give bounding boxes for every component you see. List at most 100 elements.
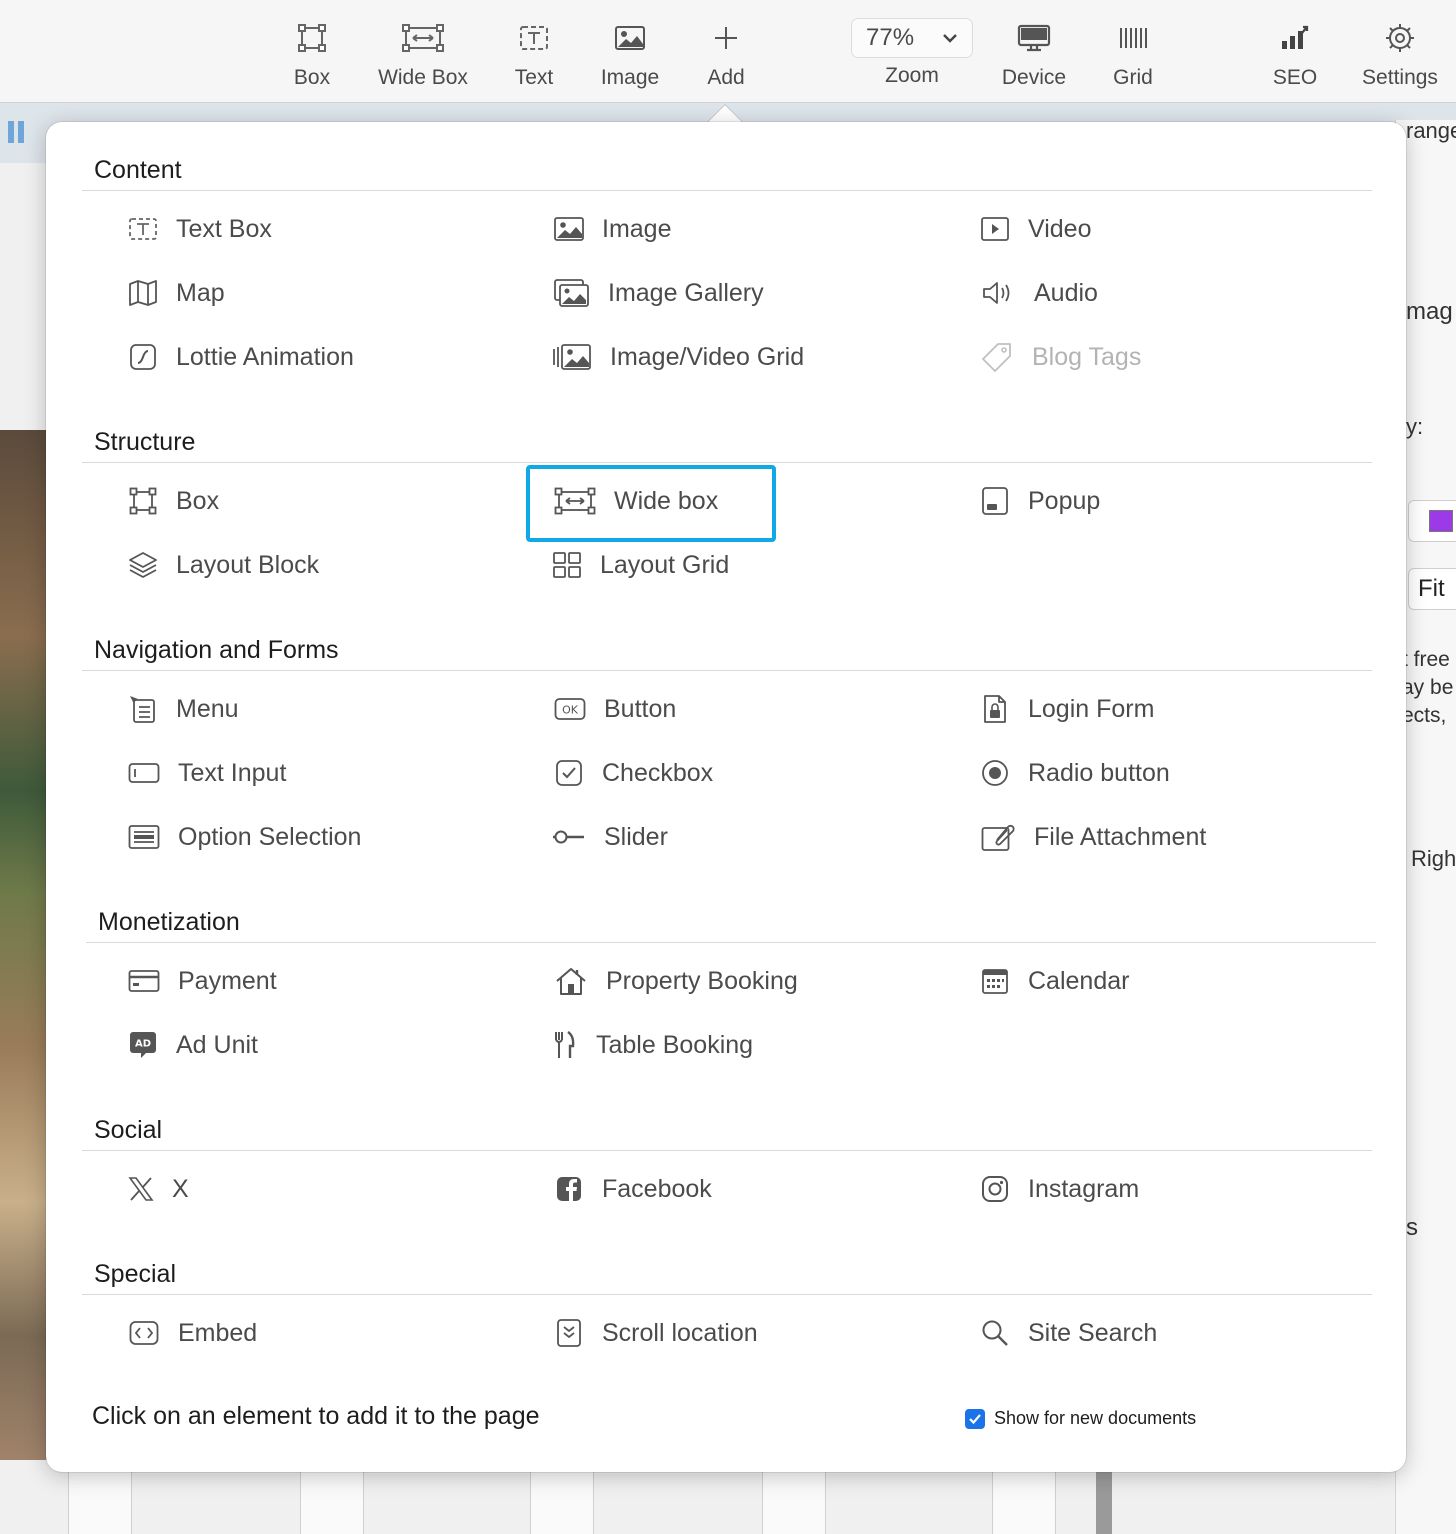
toolbar-zoom[interactable]: 77% Zoom	[847, 16, 977, 88]
toolbar-seo-button[interactable]: SEO	[1240, 16, 1350, 90]
menu-item-wide-box[interactable]: Wide box	[554, 486, 718, 516]
menu-item-label: Site Search	[1028, 1318, 1158, 1347]
text-box-icon	[128, 214, 158, 244]
inspector-text-range: range	[1406, 118, 1456, 143]
menu-item-site-search[interactable]: Site Search	[980, 1318, 1157, 1348]
menu-item-file-attachment[interactable]: File Attachment	[980, 822, 1206, 852]
popup-icon	[980, 486, 1010, 516]
toolbar-image-button[interactable]: Image	[575, 16, 685, 90]
toolbar-add-button[interactable]: Add	[671, 16, 781, 90]
menu-item-layout-block[interactable]: Layout Block	[128, 550, 319, 580]
map-icon	[128, 278, 158, 308]
checkmark-icon[interactable]	[965, 1408, 985, 1429]
menu-item-label: Scroll location	[602, 1318, 758, 1347]
lottie-icon	[128, 342, 158, 372]
toolbar-add-label: Add	[707, 66, 745, 89]
menu-item-menu[interactable]: Menu	[128, 694, 239, 724]
zoom-select[interactable]: 77%	[851, 18, 973, 58]
grid-icon	[1078, 16, 1188, 60]
menu-item-facebook[interactable]: Facebook	[554, 1174, 712, 1204]
section-divider	[82, 190, 1372, 191]
toolbar-image-label: Image	[600, 66, 660, 89]
inspector-text-s: s	[1406, 1214, 1418, 1241]
inspector-color-well[interactable]	[1408, 500, 1456, 542]
inspector-fit-select[interactable]: Fit	[1408, 568, 1456, 610]
svg-text:AD: AD	[135, 1039, 151, 1050]
menu-item-ad-unit[interactable]: AD Ad Unit	[128, 1030, 258, 1060]
menu-item-payment[interactable]: Payment	[128, 966, 277, 996]
toolbar-box-button[interactable]: Box	[257, 16, 367, 90]
toolbar-device-button[interactable]: Device	[979, 16, 1089, 90]
zoom-label: Zoom	[885, 64, 939, 87]
toolbar-wide-box-button[interactable]: Wide Box	[368, 16, 478, 90]
menu-item-text-box[interactable]: Text Box	[128, 214, 272, 244]
canvas-scroll-thumb[interactable]	[1096, 1470, 1112, 1534]
layout-grid-icon	[552, 550, 582, 580]
menu-item-text-input[interactable]: Text Input	[128, 758, 286, 788]
toolbar-grid-button[interactable]: Grid	[1078, 16, 1188, 90]
canvas-column	[762, 1470, 826, 1534]
menu-item-embed[interactable]: Embed	[128, 1318, 257, 1348]
svg-text:OK: OK	[562, 704, 579, 717]
menu-item-login-form[interactable]: Login Form	[980, 694, 1154, 724]
scroll-location-icon	[554, 1318, 584, 1348]
menu-item-video[interactable]: Video	[980, 214, 1092, 244]
menu-item-layout-grid[interactable]: Layout Grid	[552, 550, 729, 580]
inspector-text-line1: t free	[1402, 648, 1450, 671]
menu-item-instagram[interactable]: Instagram	[980, 1174, 1139, 1204]
ok-button-icon: OK	[554, 694, 586, 724]
menu-item-image[interactable]: Image	[554, 214, 671, 244]
menu-item-label: Instagram	[1028, 1174, 1140, 1203]
menu-item-property-booking[interactable]: Property Booking	[554, 966, 798, 996]
lock-document-icon	[980, 694, 1010, 724]
menu-item-checkbox[interactable]: Checkbox	[554, 758, 713, 788]
section-divider	[82, 462, 1372, 463]
menu-item-calendar[interactable]: Calendar	[980, 966, 1129, 996]
credit-card-icon	[128, 966, 160, 996]
box-icon	[128, 486, 158, 516]
menu-item-table-booking[interactable]: Table Booking	[552, 1030, 753, 1060]
canvas-column	[992, 1470, 1056, 1534]
menu-item-radio-button[interactable]: Radio button	[980, 758, 1170, 788]
inspector-text-right: Righ	[1411, 846, 1456, 871]
section-title-monetization: Monetization	[98, 908, 240, 936]
embed-icon	[128, 1318, 160, 1348]
menu-item-label: Text Input	[178, 758, 287, 787]
menu-item-image-gallery[interactable]: Image Gallery	[554, 278, 764, 308]
color-swatch	[1429, 510, 1453, 532]
menu-item-audio[interactable]: Audio	[980, 278, 1098, 308]
menu-item-slider[interactable]: Slider	[552, 822, 668, 852]
menu-item-button[interactable]: OK Button	[554, 694, 676, 724]
toolbar-text-button[interactable]: Text	[479, 16, 589, 90]
menu-item-label: Wide box	[614, 486, 719, 515]
fit-label: Fit	[1418, 575, 1445, 602]
toolbar-settings-button[interactable]: Settings	[1345, 16, 1455, 90]
menu-item-map[interactable]: Map	[128, 278, 225, 308]
canvas-column	[68, 1470, 132, 1534]
menu-item-lottie-animation[interactable]: Lottie Animation	[128, 342, 354, 372]
footer-hint: Click on an element to add it to the pag…	[92, 1402, 540, 1430]
menu-item-option-selection[interactable]: Option Selection	[128, 822, 361, 852]
speaker-icon	[980, 278, 1016, 308]
menu-item-label: Audio	[1034, 278, 1098, 307]
toolbar-device-label: Device	[1001, 66, 1067, 89]
menu-item-label: Box	[176, 486, 220, 515]
x-logo-icon	[128, 1174, 154, 1204]
ad-icon: AD	[128, 1030, 158, 1060]
menu-item-label: Calendar	[1028, 966, 1130, 995]
instagram-icon	[980, 1174, 1010, 1204]
menu-item-scroll-location[interactable]: Scroll location	[554, 1318, 758, 1348]
wide-box-icon	[554, 486, 596, 516]
menu-item-label: Video	[1028, 214, 1092, 243]
menu-item-image-video-grid[interactable]: Image/Video Grid	[552, 342, 804, 372]
menu-item-popup[interactable]: Popup	[980, 486, 1100, 516]
menu-item-label: Button	[604, 694, 677, 723]
show-for-new-documents-checkbox[interactable]: Show for new documents	[965, 1408, 1196, 1429]
menu-item-box[interactable]: Box	[128, 486, 219, 516]
monitor-icon	[979, 16, 1089, 60]
menu-item-x[interactable]: X	[128, 1174, 189, 1204]
menu-item-label: Radio button	[1028, 758, 1170, 787]
menu-item-label: Facebook	[602, 1174, 712, 1203]
paperclip-icon	[980, 822, 1016, 852]
menu-item-blog-tags[interactable]: Blog Tags	[980, 342, 1141, 372]
